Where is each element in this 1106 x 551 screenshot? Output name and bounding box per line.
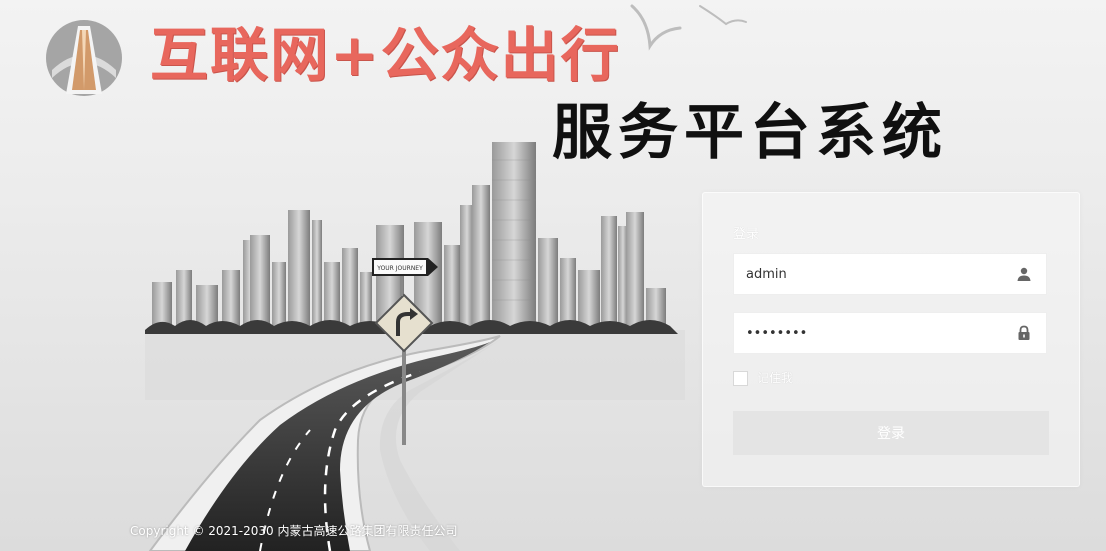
lock-icon: [1018, 325, 1030, 340]
password-field[interactable]: [733, 312, 1047, 354]
login-panel: 登录 记住我 登录: [702, 192, 1080, 487]
seagull-icon: [630, 4, 747, 51]
username-field[interactable]: [733, 253, 1047, 295]
user-icon: [1017, 267, 1031, 281]
login-title: 登录: [733, 227, 760, 242]
road-logo-icon: [46, 20, 122, 96]
password-input[interactable]: [746, 313, 1006, 353]
remember-label: 记住我: [757, 371, 794, 385]
system-title-line2: 服务平台系统: [552, 98, 948, 168]
sign-text: YOUR JOURNEY: [376, 265, 423, 272]
login-button[interactable]: 登录: [733, 411, 1049, 455]
system-title-line1: 互联网+公众出行: [150, 21, 621, 89]
username-input[interactable]: [746, 254, 1006, 294]
copyright-text: Copyright © 2021-2030 内蒙古高速公路集团有限责任公司: [130, 524, 458, 538]
remember-checkbox[interactable]: [733, 371, 748, 386]
